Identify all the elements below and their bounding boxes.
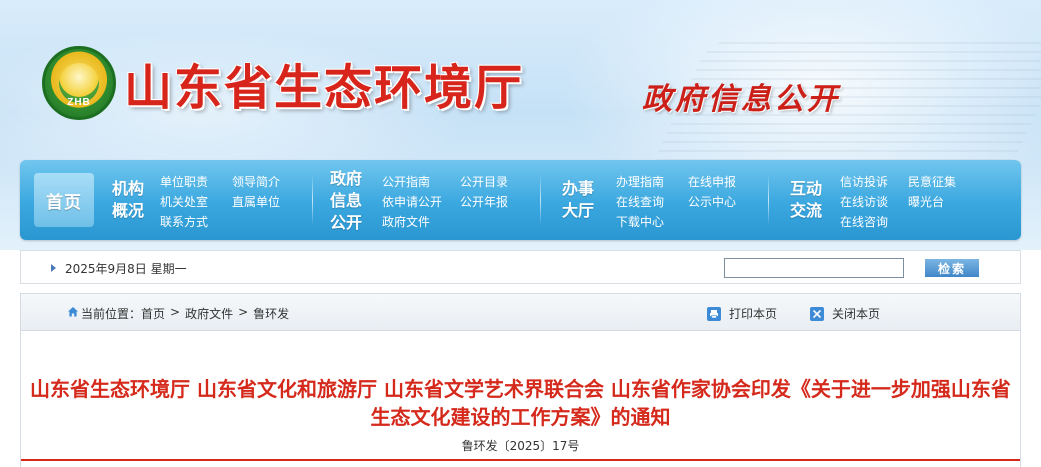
breadcrumb: 当前位置： 首页 > 政府文件 > 鲁环发 — [81, 305, 289, 322]
nav-link[interactable]: 机关处室 — [160, 194, 208, 210]
nav-group-title-org[interactable]: 机构 概况 — [112, 178, 144, 222]
document-number: 鲁环发〔2025〕17号 — [461, 439, 580, 453]
nav-group-title-line: 政府 — [330, 169, 363, 188]
article-title: 山东省生态环境厅 山东省文化和旅游厅 山东省文学艺术界联合会 山东省作家协会印发… — [30, 377, 1011, 429]
search-input[interactable] — [724, 258, 904, 278]
nav-group-title-line: 大厅 — [562, 201, 595, 220]
date-search-bar: 2025年9月8日 星期一 检索 — [20, 250, 1021, 284]
nav-group-title-line: 互动 — [790, 179, 823, 198]
nav-link[interactable]: 单位职责 — [160, 174, 208, 190]
breadcrumb-item[interactable]: 首页 — [141, 305, 165, 322]
nav-link[interactable]: 领导简介 — [232, 174, 280, 190]
nav-group-title-gov-info[interactable]: 政府 信息 公开 — [330, 168, 362, 234]
home-icon — [68, 307, 78, 317]
article-content: 山东省生态环境厅 山东省文化和旅游厅 山东省文学艺术界联合会 山东省作家协会印发… — [20, 331, 1021, 467]
logo-text: ZHB — [67, 97, 91, 108]
nav-link[interactable]: 在线申报 — [688, 174, 736, 190]
nav-link[interactable]: 在线查询 — [616, 194, 664, 210]
nav-link[interactable]: 公开年报 — [460, 194, 508, 210]
banner-slogan: 政府信息公开 — [642, 82, 840, 117]
nav-separator — [768, 174, 769, 226]
print-page-label: 打印本页 — [729, 307, 778, 321]
triangle-bullet-icon — [51, 264, 56, 272]
nav-link[interactable]: 直属单位 — [232, 194, 280, 210]
nav-link[interactable]: 信访投诉 — [840, 174, 888, 190]
nav-link[interactable]: 民意征集 — [908, 174, 956, 190]
site-logo[interactable]: ZHB — [42, 46, 116, 120]
site-title[interactable]: 山东省生态环境厅 — [124, 48, 524, 118]
nav-link[interactable]: 曝光台 — [908, 194, 944, 210]
nav-link[interactable]: 下载中心 — [616, 214, 664, 230]
breadcrumb-prefix: 当前位置： — [81, 307, 142, 321]
search-button[interactable]: 检索 — [925, 259, 979, 277]
breadcrumb-item[interactable]: 政府文件 — [185, 305, 233, 322]
nav-link[interactable]: 联系方式 — [160, 214, 208, 230]
close-page-label: 关闭本页 — [832, 307, 881, 321]
nav-group-title-line: 交流 — [790, 201, 823, 220]
breadcrumb-separator: > — [238, 305, 249, 319]
breadcrumb-separator: > — [170, 305, 181, 319]
close-page-button[interactable]: 关闭本页 — [810, 305, 880, 322]
main-nav: 首页 机构 概况 单位职责 领导简介 机关处室 直属单位 联系方式 政府 信息 … — [20, 160, 1021, 240]
nav-separator — [312, 174, 313, 226]
nav-link[interactable]: 公开指南 — [382, 174, 430, 190]
current-date: 2025年9月8日 星期一 — [65, 262, 187, 276]
nav-link[interactable]: 公开目录 — [460, 174, 508, 190]
nav-link[interactable]: 政府文件 — [382, 214, 430, 230]
nav-separator — [540, 174, 541, 226]
print-icon — [707, 306, 721, 321]
nav-group-title-line: 办事 — [562, 179, 595, 198]
nav-link[interactable]: 在线访谈 — [840, 194, 888, 210]
nav-link[interactable]: 办理指南 — [616, 174, 664, 190]
breadcrumb-item[interactable]: 鲁环发 — [253, 305, 289, 322]
nav-group-title-line: 概况 — [112, 201, 145, 220]
nav-group-title-service-hall[interactable]: 办事 大厅 — [562, 178, 594, 222]
nav-home[interactable]: 首页 — [34, 173, 94, 227]
red-divider — [21, 459, 1020, 461]
breadcrumb-bar: 当前位置： 首页 > 政府文件 > 鲁环发 打印本页 关闭本页 — [20, 293, 1021, 331]
nav-group-title-line: 信息 — [330, 191, 363, 210]
nav-group-title-line: 公开 — [330, 213, 363, 232]
nav-link[interactable]: 公示中心 — [688, 194, 736, 210]
nav-group-title-interaction[interactable]: 互动 交流 — [790, 178, 822, 222]
close-icon — [810, 306, 824, 321]
nav-link[interactable]: 在线咨询 — [840, 214, 888, 230]
print-page-button[interactable]: 打印本页 — [707, 305, 777, 322]
nav-group-title-line: 机构 — [112, 179, 145, 198]
nav-link[interactable]: 依申请公开 — [382, 194, 442, 210]
